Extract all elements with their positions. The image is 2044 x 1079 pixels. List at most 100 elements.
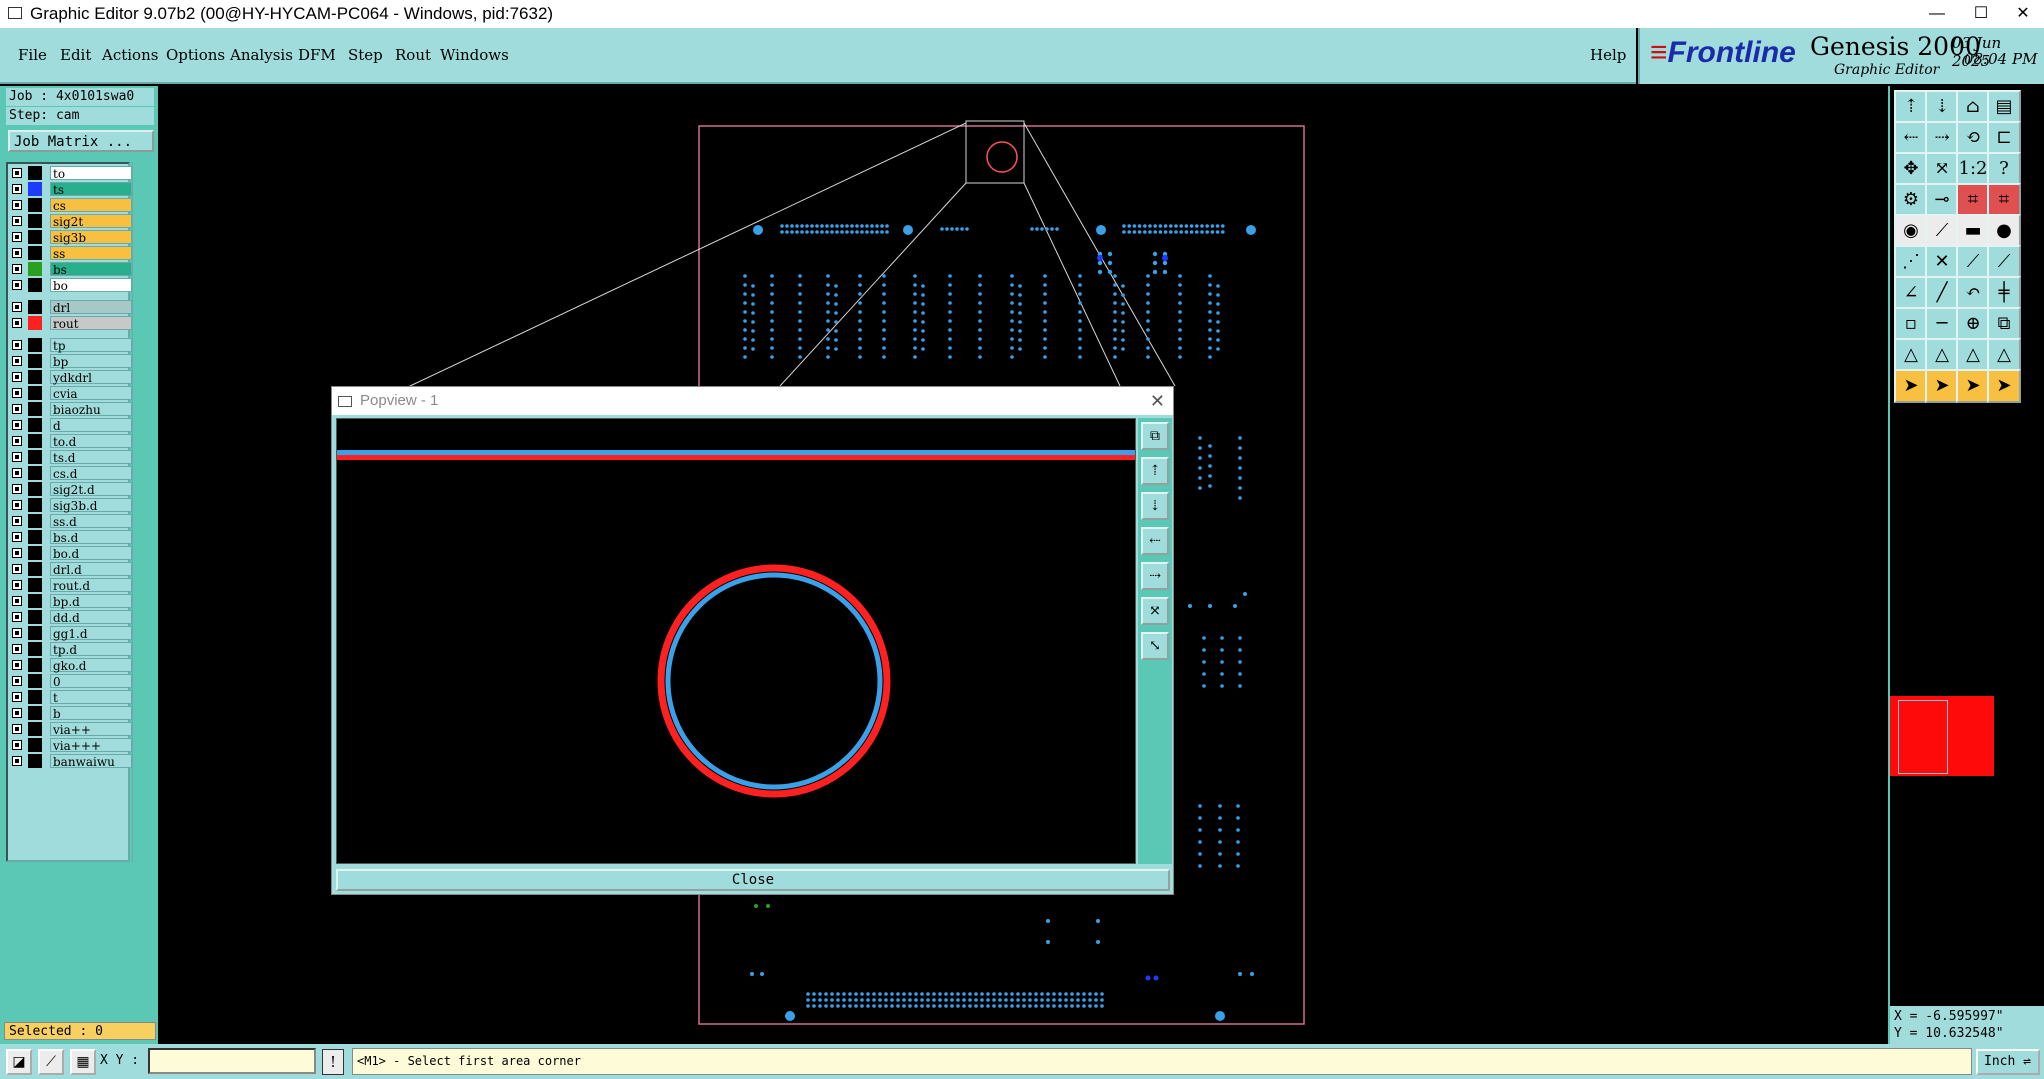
home-view-icon[interactable]: ⌂	[1956, 90, 1990, 124]
menu-help[interactable]: Help	[1590, 46, 1626, 64]
layer-color-swatch[interactable]	[28, 658, 42, 672]
layer-checkbox[interactable]	[12, 356, 22, 366]
node-edit-icon[interactable]: ⋰	[1894, 245, 1928, 279]
menu-dfm[interactable]: DFM	[298, 46, 336, 64]
layer-color-swatch[interactable]	[28, 450, 42, 464]
measure-mode-icon[interactable]: ⟋	[38, 1049, 64, 1075]
layer-color-swatch[interactable]	[28, 402, 42, 416]
layer-name[interactable]: banwaiwu	[50, 754, 132, 769]
layer-color-swatch[interactable]	[28, 354, 42, 368]
grid-mode-icon[interactable]: ▦	[70, 1049, 96, 1075]
layer-checkbox[interactable]	[12, 628, 22, 638]
select-box-icon[interactable]: ▫	[1894, 307, 1928, 341]
layer-list-scrollbar[interactable]	[132, 162, 155, 862]
layer-color-swatch[interactable]	[28, 300, 42, 314]
layer-row-0[interactable]: 0	[12, 674, 132, 689]
rectangle-add-icon[interactable]: ▬	[1956, 214, 1990, 248]
layer-name[interactable]: cs	[50, 198, 132, 213]
layer-color-swatch[interactable]	[28, 166, 42, 180]
layer-row-b[interactable]: b	[12, 706, 132, 721]
layer-name[interactable]: t	[50, 690, 132, 705]
layer-name[interactable]: to	[50, 166, 132, 181]
unit-selector[interactable]: Inch ⇌	[1976, 1049, 2040, 1075]
layer-name[interactable]: ts.d	[50, 450, 132, 465]
layer-checkbox[interactable]	[12, 532, 22, 542]
layer-checkbox[interactable]	[12, 564, 22, 574]
layer-row-rout-d[interactable]: rout.d	[12, 578, 132, 593]
job-matrix-button[interactable]: Job Matrix ...	[8, 130, 154, 152]
pointer-1-icon[interactable]: ➤	[1894, 369, 1928, 403]
layer-checkbox[interactable]	[12, 184, 22, 194]
query-icon[interactable]: ?	[1987, 152, 2021, 186]
layer-name[interactable]: 0	[50, 674, 132, 689]
layer-name[interactable]: bo.d	[50, 546, 132, 561]
layer-color-swatch[interactable]	[28, 316, 42, 330]
layer-color-swatch[interactable]	[28, 578, 42, 592]
layer-name[interactable]: bs	[50, 262, 132, 277]
layer-color-swatch[interactable]	[28, 738, 42, 752]
pop-pan-left-icon[interactable]: ⇠	[1141, 527, 1169, 555]
layer-checkbox[interactable]	[12, 248, 22, 258]
layer-name[interactable]: sig3b.d	[50, 498, 132, 513]
layer-color-swatch[interactable]	[28, 546, 42, 560]
layer-color-swatch[interactable]	[28, 530, 42, 544]
layer-row-biaozhu[interactable]: biaozhu	[12, 402, 132, 417]
layer-name[interactable]: bp.d	[50, 594, 132, 609]
hline-icon[interactable]: ─	[1925, 307, 1959, 341]
layer-checkbox[interactable]	[12, 200, 22, 210]
layer-row-t[interactable]: t	[12, 690, 132, 705]
layer-checkbox[interactable]	[12, 708, 22, 718]
layer-checkbox[interactable]	[12, 484, 22, 494]
layer-row-sig2t-d[interactable]: sig2t.d	[12, 482, 132, 497]
layer-row-ts[interactable]: ts	[12, 182, 132, 197]
xy-input[interactable]	[148, 1048, 316, 1074]
layer-row-bs-d[interactable]: bs.d	[12, 530, 132, 545]
layer-checkbox[interactable]	[12, 692, 22, 702]
menu-analysis[interactable]: Analysis	[230, 46, 293, 64]
layer-name[interactable]: to.d	[50, 434, 132, 449]
layer-name[interactable]: rout.d	[50, 578, 132, 593]
overview-viewport[interactable]	[1898, 700, 1948, 774]
layer-name[interactable]: tp.d	[50, 642, 132, 657]
layer-row-sig3b-d[interactable]: sig3b.d	[12, 498, 132, 513]
layer-checkbox[interactable]	[12, 612, 22, 622]
layer-name[interactable]: ss.d	[50, 514, 132, 529]
layer-row-bs[interactable]: bs	[12, 262, 132, 277]
layer-checkbox[interactable]	[12, 404, 22, 414]
layer-checkbox[interactable]	[12, 340, 22, 350]
layer-color-swatch[interactable]	[28, 562, 42, 576]
layer-name[interactable]: d	[50, 418, 132, 433]
layer-name[interactable]: dd.d	[50, 610, 132, 625]
layer-row-sig3b[interactable]: sig3b	[12, 230, 132, 245]
pop-pan-up-icon[interactable]: ⇡	[1141, 457, 1169, 485]
line-add-icon[interactable]: ⟋	[1925, 214, 1959, 248]
layer-color-swatch[interactable]	[28, 434, 42, 448]
layer-row-tp[interactable]: tp	[12, 338, 132, 353]
menu-windows[interactable]: Windows	[440, 46, 509, 64]
pan-up-icon[interactable]: ⇡	[1894, 90, 1928, 124]
minimize-button[interactable]: —	[1914, 0, 1960, 28]
layer-row-sig2t[interactable]: sig2t	[12, 214, 132, 229]
pan-left-icon[interactable]: ⇠	[1894, 121, 1928, 155]
layer-row-cvia[interactable]: cvia	[12, 386, 132, 401]
layer-name[interactable]: via++	[50, 722, 132, 737]
layer-row-ss[interactable]: ss	[12, 246, 132, 261]
layer-checkbox[interactable]	[12, 660, 22, 670]
layer-row-rout[interactable]: rout	[12, 316, 132, 331]
layer-row-ydkdrl[interactable]: ydkdrl	[12, 370, 132, 385]
menu-options[interactable]: Options	[166, 46, 225, 64]
layer-color-swatch[interactable]	[28, 198, 42, 212]
layer-name[interactable]: drl.d	[50, 562, 132, 577]
layer-name[interactable]: sig2t	[50, 214, 132, 229]
delete-icon[interactable]: ✕	[1925, 245, 1959, 279]
overview-map[interactable]	[1890, 696, 1994, 776]
maximize-button[interactable]: ☐	[1958, 0, 2004, 28]
triangle-3-icon[interactable]: △	[1956, 338, 1990, 372]
close-window-button[interactable]: ✕	[2000, 0, 2044, 28]
layer-row-ts-d[interactable]: ts.d	[12, 450, 132, 465]
layer-checkbox[interactable]	[12, 724, 22, 734]
layer-checkbox[interactable]	[12, 372, 22, 382]
layer-color-swatch[interactable]	[28, 482, 42, 496]
pop-zoom-in-icon[interactable]: ⤧	[1141, 597, 1169, 625]
layer-checkbox[interactable]	[12, 580, 22, 590]
